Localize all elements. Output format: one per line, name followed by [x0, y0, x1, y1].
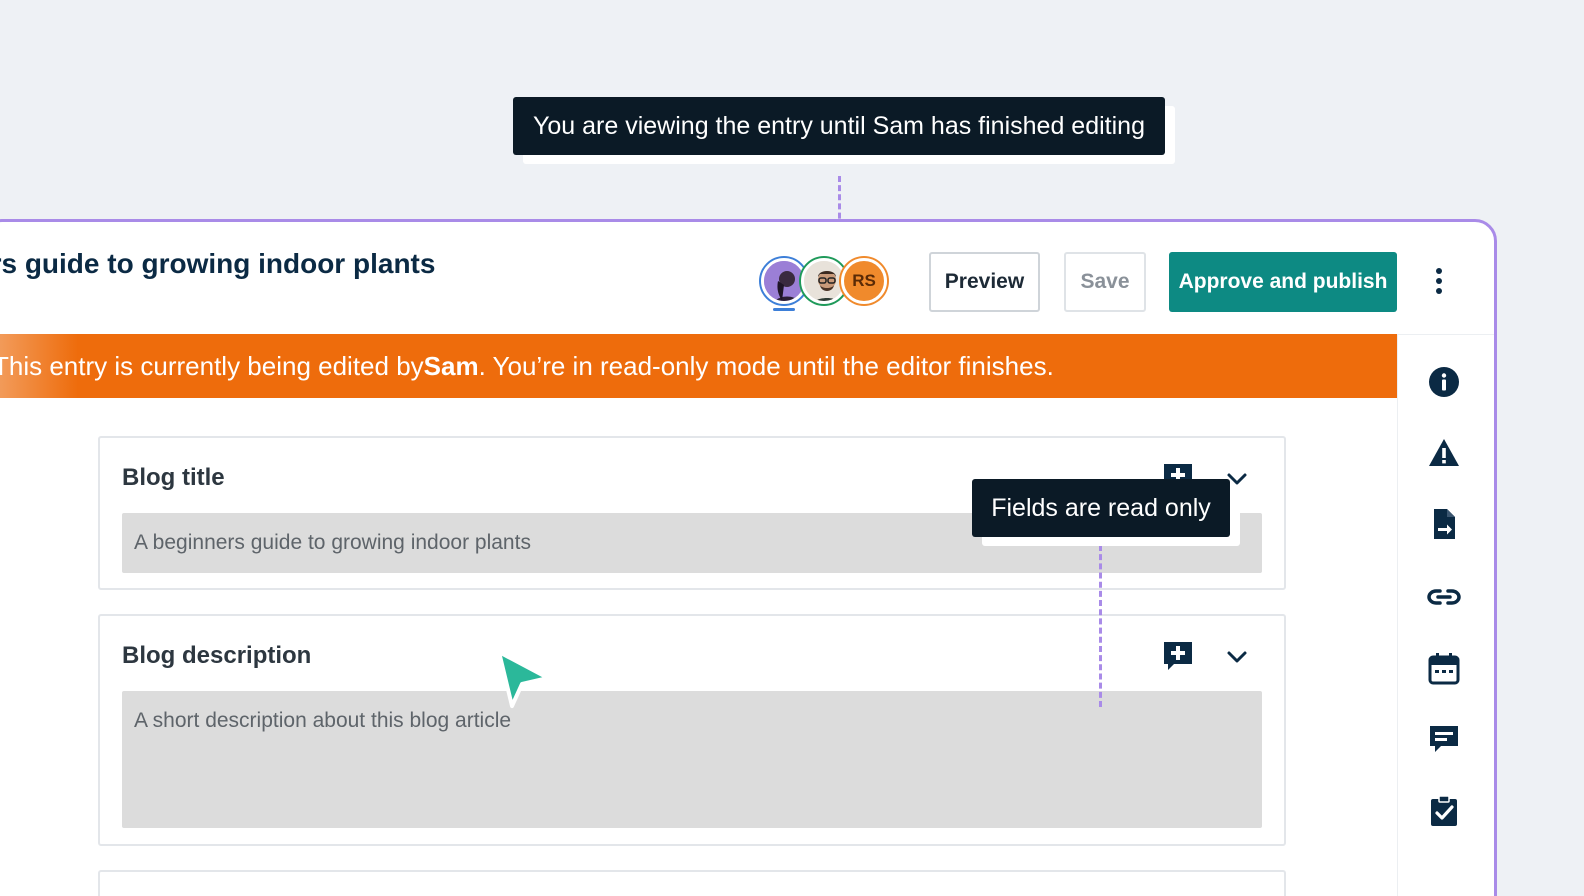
collaborator-avatars: RS — [761, 258, 891, 311]
avatar-initials[interactable]: RS — [841, 258, 887, 304]
link-icon[interactable] — [1427, 580, 1461, 614]
preview-button[interactable]: Preview — [929, 252, 1040, 312]
read-only-tooltip: Fields are read only — [972, 479, 1230, 537]
save-button[interactable]: Save — [1064, 252, 1146, 312]
tooltip-connector — [1099, 545, 1102, 707]
blog-title-label: Blog title — [122, 464, 225, 491]
banner-text-before: This entry is currently being edited by — [0, 350, 424, 381]
read-only-banner: This entry is currently being edited by … — [0, 334, 1397, 398]
cursor-pointer-icon — [497, 650, 550, 708]
banner-editor-name: Sam — [423, 350, 479, 381]
approve-and-publish-button[interactable]: Approve and publish — [1169, 252, 1397, 312]
blog-description-input[interactable]: A short description about this blog arti… — [122, 691, 1262, 828]
banner-text-after: . You’re in read-only mode until the edi… — [478, 350, 1054, 381]
blog-description-field: Blog description A short description abo… — [98, 614, 1286, 846]
document-export-icon[interactable] — [1427, 507, 1461, 541]
chevron-down-icon[interactable] — [1226, 646, 1248, 668]
comment-icon[interactable] — [1427, 722, 1461, 756]
field-actions — [1162, 640, 1272, 674]
viewing-tooltip: You are viewing the entry until Sam has … — [513, 97, 1165, 155]
viewing-tooltip-text: You are viewing the entry until Sam has … — [533, 111, 1145, 140]
calendar-icon[interactable] — [1427, 652, 1461, 686]
entry-editor-card: ers guide to growing indoor plants RS Pr… — [0, 219, 1497, 896]
sidebar-divider — [1397, 334, 1494, 335]
clipboard-check-icon[interactable] — [1427, 794, 1461, 828]
read-only-tooltip-text: Fields are read only — [991, 493, 1211, 522]
active-avatar-indicator — [773, 308, 795, 311]
add-comment-icon[interactable] — [1162, 640, 1194, 672]
more-options-icon[interactable] — [1431, 268, 1447, 298]
blog-description-label: Blog description — [122, 642, 312, 669]
info-icon[interactable] — [1427, 365, 1461, 399]
sidebar-border — [1397, 334, 1398, 896]
entry-title: ers guide to growing indoor plants — [0, 248, 436, 279]
next-field — [98, 870, 1286, 896]
warning-icon[interactable] — [1427, 436, 1461, 470]
